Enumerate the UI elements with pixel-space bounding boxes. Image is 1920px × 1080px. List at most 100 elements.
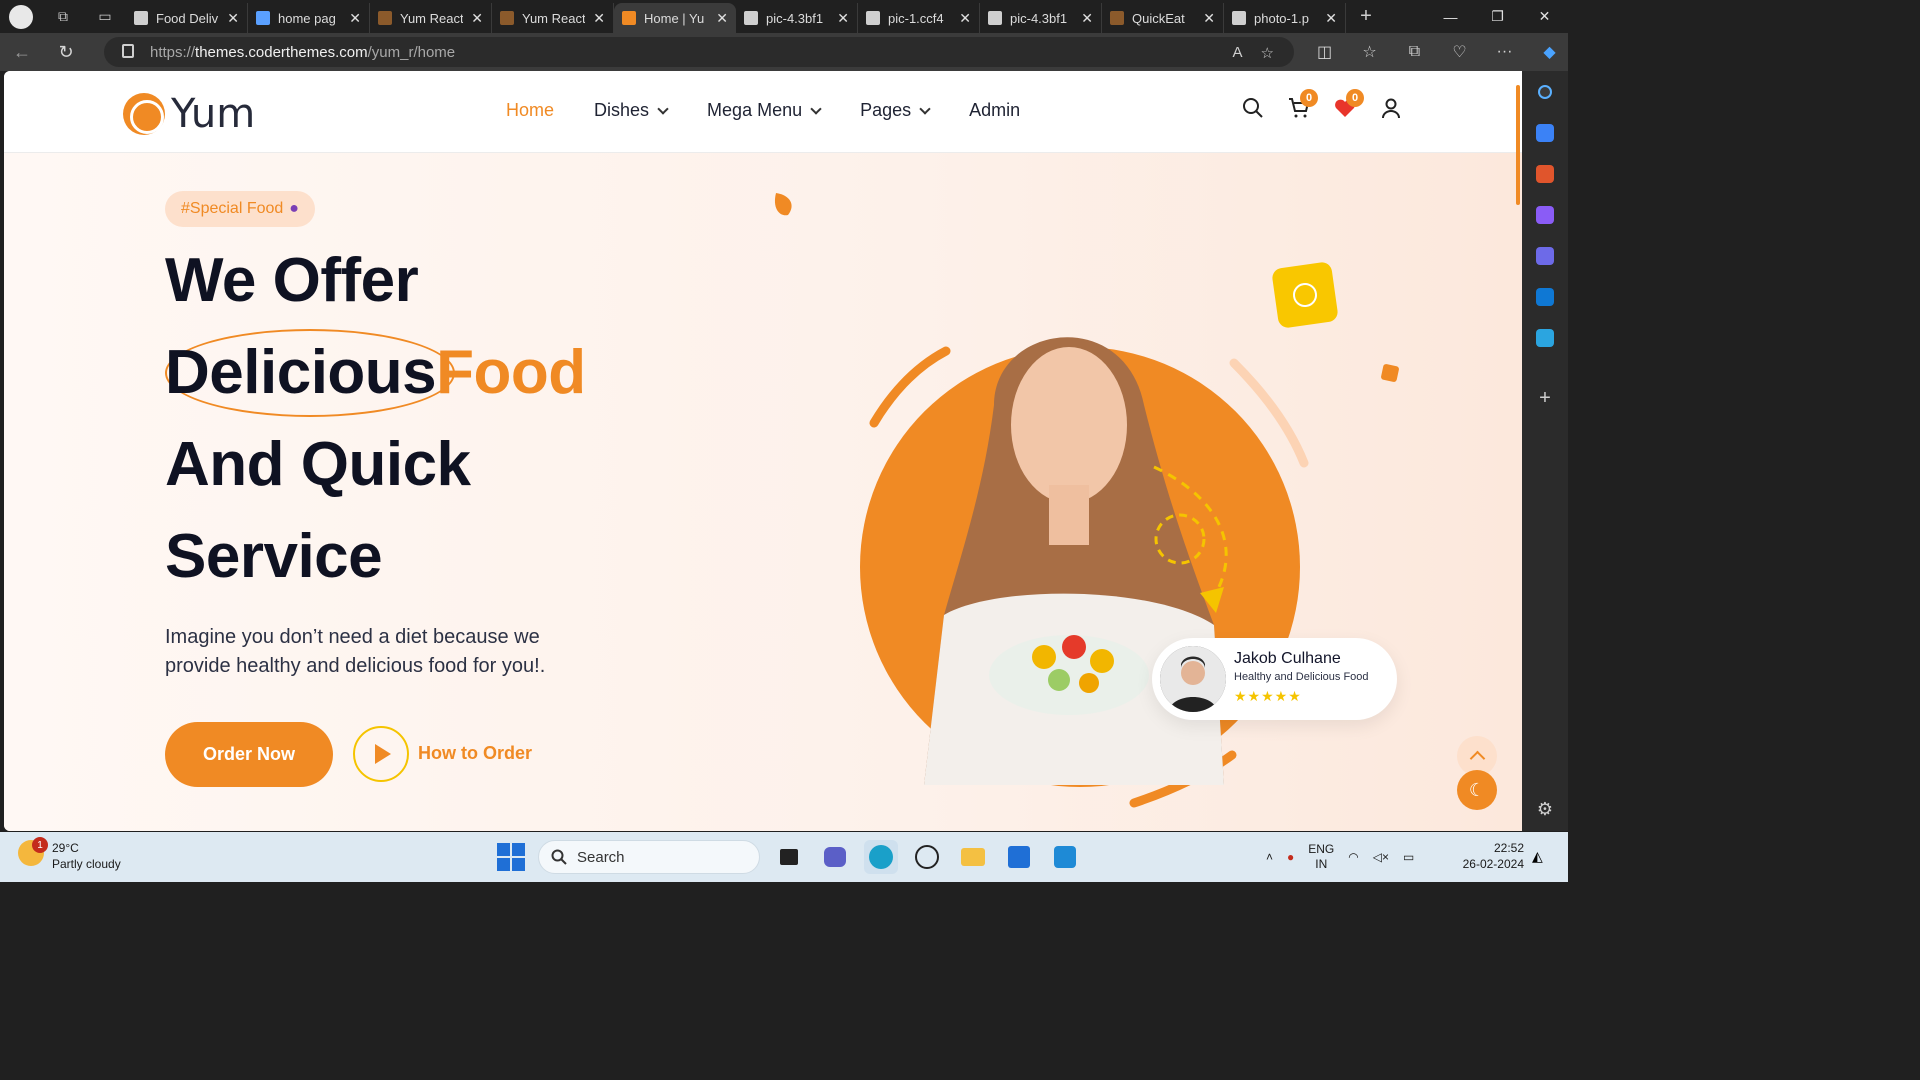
profile-button[interactable] xyxy=(0,0,42,33)
browser-tab[interactable]: pic-4.3bf1 ✕ xyxy=(736,3,858,33)
browser-essentials-icon[interactable]: ♡ xyxy=(1437,33,1482,71)
search-icon[interactable] xyxy=(1242,97,1264,119)
play-video-icon[interactable] xyxy=(353,726,409,782)
close-tab-icon[interactable]: ✕ xyxy=(1081,10,1093,27)
file-explorer-icon[interactable] xyxy=(956,840,990,874)
address-toolbar: ← ↻ https://themes.coderthemes.com/yum_r… xyxy=(0,33,1568,71)
sidebar-games-icon[interactable] xyxy=(1522,194,1568,235)
sidebar-send-icon[interactable] xyxy=(1522,317,1568,358)
sidebar-shopping-icon[interactable] xyxy=(1522,112,1568,153)
chevron-up-icon[interactable]: ˄ xyxy=(1266,850,1273,864)
rating-stars: ★★★★★ xyxy=(1234,688,1302,704)
sidebar-search-icon[interactable] xyxy=(1522,71,1568,112)
edge-icon[interactable] xyxy=(864,840,898,874)
workspaces-icon[interactable]: ⧉ xyxy=(42,0,84,33)
store-icon[interactable] xyxy=(1002,840,1036,874)
browser-tab[interactable]: Home | Yu ✕ xyxy=(614,3,736,33)
user-account-icon[interactable] xyxy=(1380,97,1402,119)
tab-actions-icon[interactable]: ▭ xyxy=(84,0,126,33)
wishlist-heart-icon[interactable]: 0 xyxy=(1334,89,1364,119)
sidebar-settings-icon[interactable]: ⚙ xyxy=(1522,789,1568,830)
tab-favicon-icon xyxy=(744,11,758,25)
url-path: /yum_r/home xyxy=(367,43,456,61)
close-tab-icon[interactable]: ✕ xyxy=(1325,10,1337,27)
sidebar-copilot-icon[interactable] xyxy=(1522,235,1568,276)
vscode-icon[interactable] xyxy=(1048,840,1082,874)
back-button[interactable]: ← xyxy=(0,33,44,71)
cart-icon[interactable]: 0 xyxy=(1288,89,1318,119)
browser-tab[interactable]: home pag ✕ xyxy=(248,3,370,33)
sidebar-add-icon[interactable]: + xyxy=(1522,378,1568,419)
dark-mode-toggle[interactable]: ☾ xyxy=(1457,770,1497,810)
copilot-icon[interactable]: ◆ xyxy=(1527,33,1572,71)
reviewer-name: Jakob Culhane xyxy=(1234,650,1341,667)
sidebar-tools-icon[interactable] xyxy=(1522,153,1568,194)
close-window-button[interactable]: ✕ xyxy=(1521,0,1568,33)
more-menu-icon[interactable]: ··· xyxy=(1482,33,1527,71)
search-icon xyxy=(551,849,567,865)
close-tab-icon[interactable]: ✕ xyxy=(959,10,971,27)
logo-icon xyxy=(123,93,165,135)
tab-favicon-icon xyxy=(622,11,636,25)
start-button[interactable] xyxy=(496,842,526,872)
tab-title: Food Deliv xyxy=(156,10,219,26)
new-tab-button[interactable]: + xyxy=(1346,5,1386,28)
wifi-icon[interactable]: ◠ xyxy=(1348,850,1358,864)
hero-title-line4: Service xyxy=(165,522,383,591)
taskbar-search[interactable]: Search xyxy=(538,840,760,874)
chip-label: #Special Food xyxy=(181,200,284,217)
notification-bell-icon[interactable]: ◭ xyxy=(1532,848,1543,865)
security-icon[interactable]: ● xyxy=(1287,850,1294,864)
minimize-button[interactable]: — xyxy=(1427,0,1474,33)
battery-icon[interactable]: ▭ xyxy=(1403,850,1414,864)
tab-favicon-icon xyxy=(988,11,1002,25)
refresh-button[interactable]: ↻ xyxy=(44,33,88,71)
language-indicator[interactable]: ENG IN xyxy=(1308,842,1334,872)
browser-tab[interactable]: Yum React ✕ xyxy=(492,3,614,33)
close-tab-icon[interactable]: ✕ xyxy=(227,10,239,27)
volume-muted-icon[interactable]: ◁× xyxy=(1373,850,1389,864)
hero-title-line3: And Quick xyxy=(165,430,471,499)
dell-icon[interactable] xyxy=(910,840,944,874)
system-tray: ˄ ● ENG IN ◠ ◁× ▭ xyxy=(1266,842,1414,872)
browser-tab[interactable]: pic-1.ccf4 ✕ xyxy=(858,3,980,33)
close-tab-icon[interactable]: ✕ xyxy=(837,10,849,27)
close-tab-icon[interactable]: ✕ xyxy=(716,10,728,27)
close-tab-icon[interactable]: ✕ xyxy=(349,10,361,27)
collections-icon[interactable]: ⧉ xyxy=(1392,33,1437,71)
task-view-icon[interactable] xyxy=(772,840,806,874)
read-aloud-icon[interactable]: A xyxy=(1233,44,1243,62)
nav-item-pages[interactable]: Pages xyxy=(860,100,931,121)
weather-widget[interactable]: 1 29°C Partly cloudy xyxy=(18,837,121,872)
browser-tab[interactable]: Food Deliv ✕ xyxy=(126,3,248,33)
site-logo[interactable]: Yum xyxy=(123,91,255,137)
close-tab-icon[interactable]: ✕ xyxy=(1203,10,1215,27)
nav-item-dishes[interactable]: Dishes xyxy=(594,100,669,121)
favorites-icon[interactable]: ☆ xyxy=(1347,33,1392,71)
sidebar-outlook-icon[interactable] xyxy=(1522,276,1568,317)
hero-title-delicious: Delicious xyxy=(165,338,437,407)
page-scrollbar[interactable] xyxy=(1516,85,1520,205)
tab-title: pic-4.3bf1 xyxy=(1010,10,1068,26)
browser-tab[interactable]: pic-4.3bf1 ✕ xyxy=(980,3,1102,33)
browser-tab[interactable]: Yum React ✕ xyxy=(370,3,492,33)
nav-item-admin[interactable]: Admin xyxy=(969,100,1020,121)
weather-badge: 1 xyxy=(32,837,48,853)
url-bar[interactable]: https://themes.coderthemes.com/yum_r/hom… xyxy=(104,37,1294,67)
nav-item-mega-menu[interactable]: Mega Menu xyxy=(707,100,822,121)
order-now-button[interactable]: Order Now xyxy=(165,722,333,787)
tab-title: pic-1.ccf4 xyxy=(888,10,944,26)
lang-region: IN xyxy=(1315,857,1328,871)
nav-item-home[interactable]: Home xyxy=(506,100,554,121)
teams-icon[interactable] xyxy=(818,840,852,874)
close-tab-icon[interactable]: ✕ xyxy=(471,10,483,27)
split-screen-icon[interactable]: ◫ xyxy=(1302,33,1347,71)
how-to-order-link[interactable]: How to Order xyxy=(418,743,532,764)
restore-button[interactable]: ❐ xyxy=(1474,0,1521,33)
taskbar-clock[interactable]: 22:52 26-02-2024 xyxy=(1458,840,1524,872)
flame-icon xyxy=(774,193,792,216)
browser-tab[interactable]: photo-1.p ✕ xyxy=(1224,3,1346,33)
favorite-star-icon[interactable]: ☆ xyxy=(1261,44,1274,62)
close-tab-icon[interactable]: ✕ xyxy=(593,10,605,27)
browser-tab[interactable]: QuickEat ✕ xyxy=(1102,3,1224,33)
